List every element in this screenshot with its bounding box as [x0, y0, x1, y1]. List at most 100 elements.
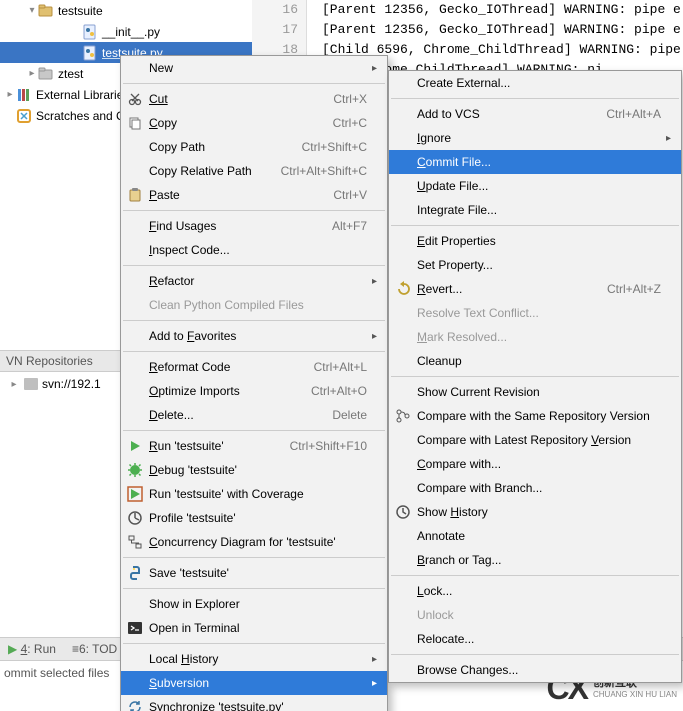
- menu-item-label: Branch or Tag...: [413, 553, 661, 567]
- run-icon: [127, 438, 143, 454]
- menu-item-label: Refactor: [145, 274, 367, 288]
- ctx-open-in-terminal[interactable]: Open in Terminal: [121, 616, 387, 640]
- py-icon: [82, 24, 98, 40]
- scratch-icon: [16, 108, 32, 124]
- menu-item-label: Annotate: [413, 529, 661, 543]
- ctx-show-in-explorer[interactable]: Show in Explorer: [121, 592, 387, 616]
- menu-item-label: Ignore: [413, 131, 661, 145]
- ctx-cut[interactable]: CutCtrl+X: [121, 87, 387, 111]
- revert-icon: [395, 281, 411, 297]
- ctx-subversion[interactable]: Subversion▸: [121, 671, 387, 695]
- ctx-local-history[interactable]: Local History▸: [121, 647, 387, 671]
- ctx-find-usages[interactable]: Find UsagesAlt+F7: [121, 214, 387, 238]
- svn-mark-resolved: Mark Resolved...: [389, 325, 681, 349]
- svn-create-external[interactable]: Create External...: [389, 71, 681, 95]
- svn-update-file[interactable]: Update File...: [389, 174, 681, 198]
- svn-set-property[interactable]: Set Property...: [389, 253, 681, 277]
- py-snake-icon: [127, 565, 143, 581]
- menu-shortcut: Ctrl+V: [315, 188, 367, 202]
- ctx-save-testsuite[interactable]: Save 'testsuite': [121, 561, 387, 585]
- ctx-optimize-imports[interactable]: Optimize ImportsCtrl+Alt+O: [121, 379, 387, 403]
- menu-item-label: Show Current Revision: [413, 385, 661, 399]
- svn-show-history[interactable]: Show History: [389, 500, 681, 524]
- svn-commit-file[interactable]: Commit File...: [389, 150, 681, 174]
- menu-item-label: Find Usages: [145, 219, 314, 233]
- ctx-reformat-code[interactable]: Reformat CodeCtrl+Alt+L: [121, 355, 387, 379]
- ctx-paste[interactable]: PasteCtrl+V: [121, 183, 387, 207]
- menu-item-label: Cleanup: [413, 354, 661, 368]
- ctx-concurrency-diagram-for-testsuite[interactable]: Concurrency Diagram for 'testsuite': [121, 530, 387, 554]
- debug-icon: [127, 462, 143, 478]
- svn-annotate[interactable]: Annotate: [389, 524, 681, 548]
- svn-edit-properties[interactable]: Edit Properties: [389, 229, 681, 253]
- tree-label: Scratches and C: [36, 109, 125, 123]
- tab-todo[interactable]: ≡ 6: TOD: [64, 638, 125, 660]
- menu-item-label: Optimize Imports: [145, 384, 293, 398]
- menu-item-label: Local History: [145, 652, 367, 666]
- ctx-profile-testsuite[interactable]: Profile 'testsuite': [121, 506, 387, 530]
- menu-item-label: Browse Changes...: [413, 663, 661, 677]
- svn-add-to-vcs[interactable]: Add to VCSCtrl+Alt+A: [389, 102, 681, 126]
- svn-branch-or-tag[interactable]: Branch or Tag...: [389, 548, 681, 572]
- menu-item-label: Copy: [145, 116, 315, 130]
- ctx-debug-testsuite[interactable]: Debug 'testsuite': [121, 458, 387, 482]
- project-item-testsuite[interactable]: ▾testsuite: [0, 0, 252, 21]
- menu-shortcut: Delete: [314, 408, 367, 422]
- svn-cleanup[interactable]: Cleanup: [389, 349, 681, 373]
- py-icon: [82, 45, 98, 61]
- tree-label: ztest: [58, 67, 83, 81]
- menu-item-label: Save 'testsuite': [145, 566, 367, 580]
- project-item-__init__-py[interactable]: __init__.py: [0, 21, 252, 42]
- tree-label: External Libraries: [36, 88, 129, 102]
- cover-icon: [127, 486, 143, 502]
- svn-compare-with-the-same-repository-version[interactable]: Compare with the Same Repository Version: [389, 404, 681, 428]
- ctx-run-testsuite-with-coverage[interactable]: Run 'testsuite' with Coverage: [121, 482, 387, 506]
- menu-shortcut: Ctrl+X: [315, 92, 367, 106]
- menu-item-label: Commit File...: [413, 155, 661, 169]
- branch-icon: [395, 408, 411, 424]
- menu-item-label: New: [145, 61, 367, 75]
- svn-lock[interactable]: Lock...: [389, 579, 681, 603]
- svn-ignore[interactable]: Ignore▸: [389, 126, 681, 150]
- ctx-synchronize-testsuite-py[interactable]: Synchronize 'testsuite.py': [121, 695, 387, 711]
- menu-item-label: Revert...: [413, 282, 589, 296]
- ctx-copy-relative-path[interactable]: Copy Relative PathCtrl+Alt+Shift+C: [121, 159, 387, 183]
- svn-compare-with-latest-repository-version[interactable]: Compare with Latest Repository Version: [389, 428, 681, 452]
- sync-icon: [127, 699, 143, 711]
- svn-compare-with-branch[interactable]: Compare with Branch...: [389, 476, 681, 500]
- svn-relocate[interactable]: Relocate...: [389, 627, 681, 651]
- menu-item-label: Clean Python Compiled Files: [145, 298, 367, 312]
- svn-revert[interactable]: Revert...Ctrl+Alt+Z: [389, 277, 681, 301]
- menu-shortcut: Ctrl+Alt+L: [296, 360, 367, 374]
- menu-item-label: Run 'testsuite' with Coverage: [145, 487, 367, 501]
- ctx-delete[interactable]: Delete...Delete: [121, 403, 387, 427]
- menu-item-label: Update File...: [413, 179, 661, 193]
- menu-shortcut: Ctrl+C: [315, 116, 367, 130]
- context-menu-main: New▸CutCtrl+XCopyCtrl+CCopy PathCtrl+Shi…: [120, 55, 388, 711]
- svn-integrate-file[interactable]: Integrate File...: [389, 198, 681, 222]
- ctx-inspect-code[interactable]: Inspect Code...: [121, 238, 387, 262]
- ctx-refactor[interactable]: Refactor▸: [121, 269, 387, 293]
- menu-item-label: Compare with Branch...: [413, 481, 661, 495]
- diagram-icon: [127, 534, 143, 550]
- menu-item-label: Mark Resolved...: [413, 330, 661, 344]
- tab-run[interactable]: ▶ 4: Run: [0, 638, 64, 660]
- ctx-copy-path[interactable]: Copy PathCtrl+Shift+C: [121, 135, 387, 159]
- menu-item-label: Compare with...: [413, 457, 661, 471]
- svn-compare-with[interactable]: Compare with...: [389, 452, 681, 476]
- ctx-copy[interactable]: CopyCtrl+C: [121, 111, 387, 135]
- menu-item-label: Create External...: [413, 76, 661, 90]
- menu-item-label: Debug 'testsuite': [145, 463, 367, 477]
- ctx-add-to-favorites[interactable]: Add to Favorites▸: [121, 324, 387, 348]
- menu-item-label: Reformat Code: [145, 360, 296, 374]
- ctx-run-testsuite[interactable]: Run 'testsuite'Ctrl+Shift+F10: [121, 434, 387, 458]
- svn-browse-changes[interactable]: Browse Changes...: [389, 658, 681, 682]
- svn-show-current-revision[interactable]: Show Current Revision: [389, 380, 681, 404]
- menu-item-label: Lock...: [413, 584, 661, 598]
- ctx-new[interactable]: New▸: [121, 56, 387, 80]
- status-bar-text: ommit selected files: [0, 663, 109, 683]
- menu-item-label: Profile 'testsuite': [145, 511, 367, 525]
- folder-icon: [38, 66, 54, 82]
- terminal-icon: [127, 620, 143, 636]
- menu-item-label: Set Property...: [413, 258, 661, 272]
